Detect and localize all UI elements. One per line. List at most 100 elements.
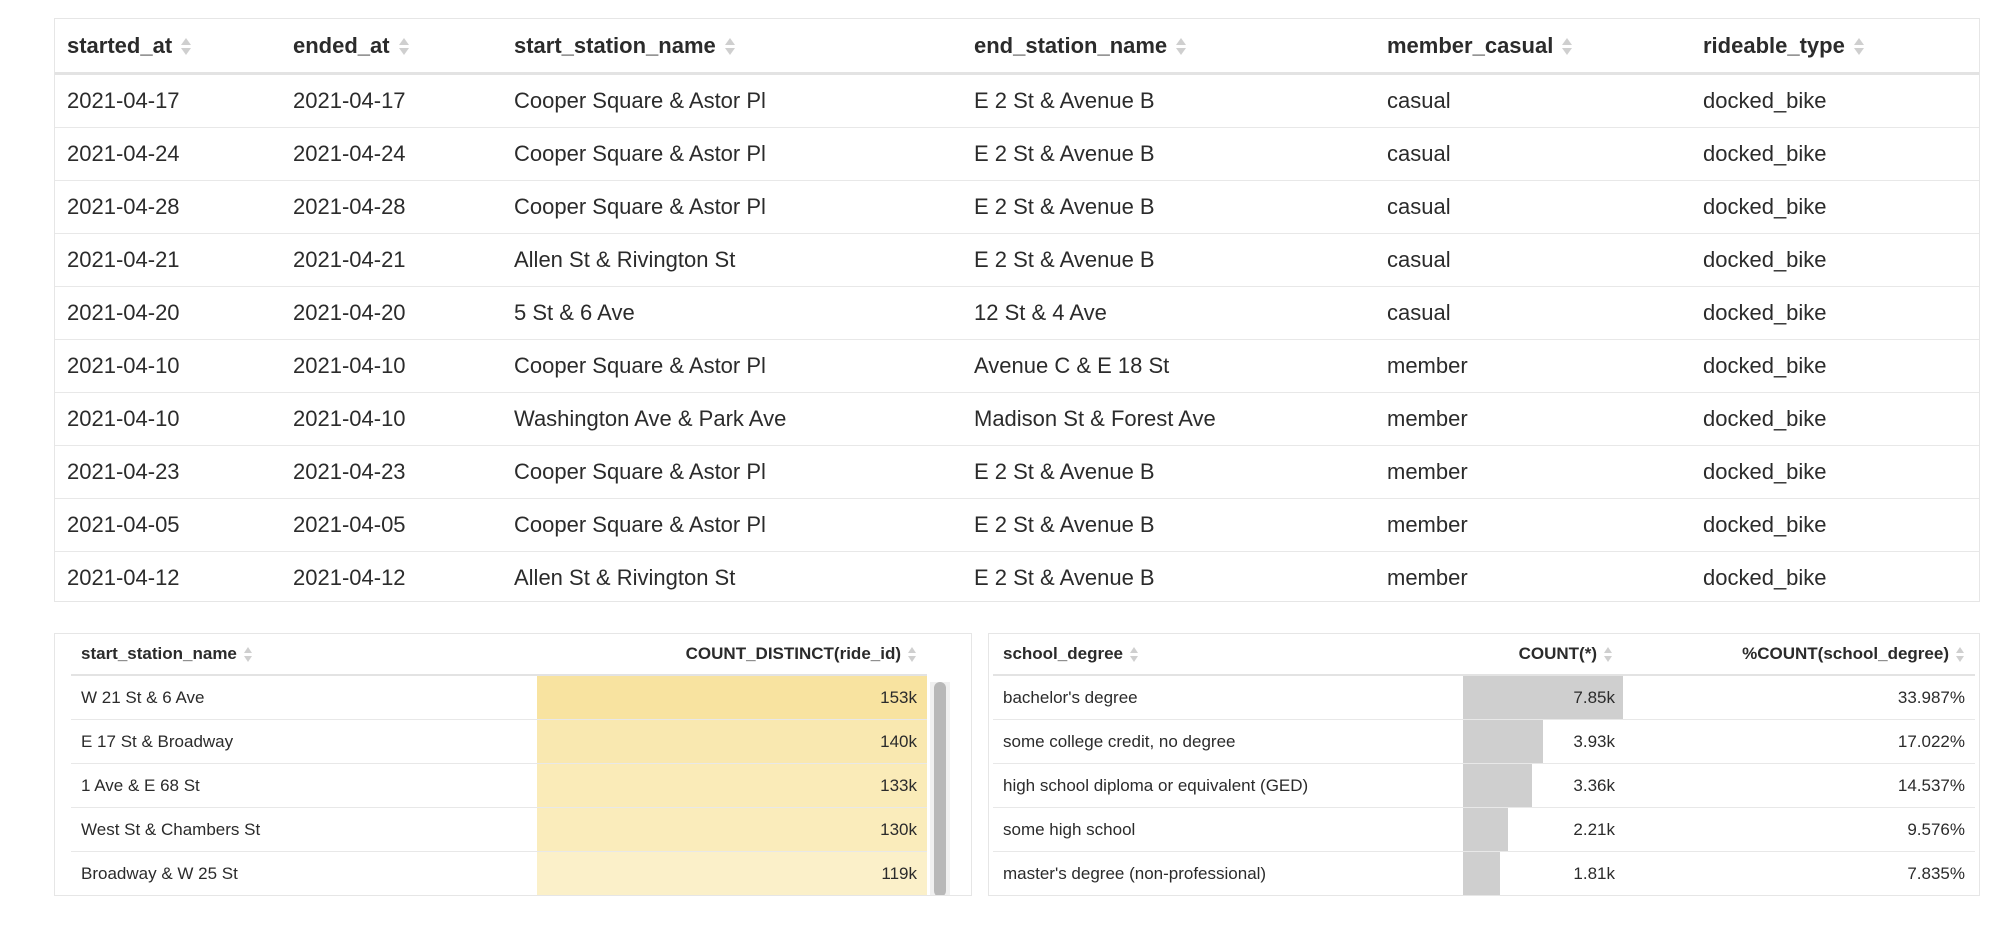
- table-cell-member-casual: member: [1375, 445, 1691, 499]
- count-value: 140k: [880, 731, 917, 751]
- table-cell-member-casual: casual: [1375, 127, 1691, 181]
- percent-cell: 17.022%: [1623, 719, 1975, 764]
- column-header-start-station-name[interactable]: start_station_name: [502, 19, 962, 75]
- count-cell: 130k: [537, 807, 927, 852]
- column-header-end-station-name[interactable]: end_station_name: [962, 19, 1375, 75]
- table-cell-ended-at: 2021-04-10: [281, 339, 502, 393]
- table-cell-start-station-name: Cooper Square & Astor Pl: [502, 339, 962, 393]
- table-cell-ended-at: 2021-04-21: [281, 233, 502, 287]
- table-row[interactable]: bachelor's degree 7.85k 33.987%: [993, 675, 1975, 720]
- count-cell: 1.81k: [1463, 851, 1623, 895]
- count-bar: [1463, 764, 1532, 807]
- column-header-rideable-type[interactable]: rideable_type: [1691, 19, 1979, 75]
- count-cell: 133k: [537, 763, 927, 808]
- rides-table-panel: started_at ended_at start_station_name end_…: [54, 18, 1980, 602]
- column-header-percent-count[interactable]: %COUNT(school_degree): [1623, 634, 1975, 676]
- table-row[interactable]: 2021-04-23 2021-04-23 Cooper Square & Asto…: [55, 445, 1979, 499]
- table-cell-end-station-name: E 2 St & Avenue B: [974, 565, 1155, 590]
- school-degree-body: bachelor's degree 7.85k 33.987% some colleg…: [993, 675, 1975, 895]
- table-cell-started-at: 2021-04-10: [55, 339, 281, 393]
- column-header-count[interactable]: COUNT(*): [1463, 634, 1623, 676]
- sort-icon[interactable]: [1955, 646, 1965, 663]
- table-row[interactable]: W 21 St & 6 Ave 153k: [71, 675, 927, 720]
- table-cell-rideable-type: docked_bike: [1691, 445, 1979, 499]
- sort-icon[interactable]: [180, 37, 192, 57]
- column-header-label: rideable_type: [1703, 32, 1845, 58]
- table-cell-ended-at: 2021-04-20: [281, 286, 502, 340]
- table-cell-rideable-type: docked_bike: [1691, 392, 1979, 446]
- sort-icon[interactable]: [1853, 37, 1865, 57]
- table-cell-started-at: 2021-04-20: [55, 286, 281, 340]
- column-header-label: started_at: [67, 32, 173, 58]
- table-row[interactable]: 2021-04-10 2021-04-10 Washington Ave & Par…: [55, 392, 1979, 446]
- table-cell-started-at: 2021-04-05: [55, 498, 281, 552]
- sort-icon[interactable]: [1129, 646, 1139, 663]
- column-header-label: start_station_name: [81, 644, 237, 663]
- table-row[interactable]: high school diploma or equivalent (GED) 3…: [993, 763, 1975, 808]
- table-cell-rideable-type: docked_bike: [1691, 233, 1979, 287]
- column-header-member-casual[interactable]: member_casual: [1375, 19, 1691, 75]
- table-row[interactable]: some high school 2.21k 9.576%: [993, 807, 1975, 852]
- table-cell-end-station-name: Avenue C & E 18 St: [962, 339, 1375, 393]
- station-count-body: W 21 St & 6 Ave 153k E 17 St & Broadway 140…: [71, 675, 927, 895]
- sort-icon[interactable]: [243, 646, 253, 663]
- table-row[interactable]: 2021-04-21 2021-04-21 Allen St & Rivington…: [55, 233, 1979, 287]
- table-row[interactable]: 2021-04-10 2021-04-10 Cooper Square & Asto…: [55, 339, 1979, 393]
- table-cell-end-station-name: 12 St & 4 Ave: [962, 286, 1375, 340]
- table-row[interactable]: 2021-04-28 2021-04-28 Cooper Square & Asto…: [55, 180, 1979, 234]
- count-value: 1.81k: [1573, 863, 1615, 883]
- table-cell-ended-at: 2021-04-17: [281, 73, 502, 128]
- count-cell: 2.21k: [1463, 807, 1623, 852]
- station-name-cell: 1 Ave & E 68 St: [71, 763, 537, 808]
- column-header-school-degree[interactable]: school_degree: [993, 634, 1463, 676]
- table-row[interactable]: master's degree (non-professional) 1.81k 7…: [993, 851, 1975, 895]
- table-row[interactable]: 2021-04-24 2021-04-24 Cooper Square & Asto…: [55, 127, 1979, 181]
- column-header-started-at[interactable]: started_at: [55, 19, 281, 75]
- sort-icon[interactable]: [724, 37, 736, 57]
- column-header-label: member_casual: [1387, 32, 1554, 58]
- table-cell-end-station-name: E 2 St & Avenue B: [962, 445, 1375, 499]
- count-bar: [537, 808, 927, 851]
- column-header-start-station-name[interactable]: start_station_name: [71, 634, 537, 676]
- table-cell-rideable-type: docked_bike: [1703, 565, 1827, 590]
- count-bar: [1463, 852, 1500, 895]
- count-value: 133k: [880, 775, 917, 795]
- count-value: 130k: [880, 819, 917, 839]
- sort-icon[interactable]: [1175, 37, 1187, 57]
- table-cell-start-station-name: Cooper Square & Astor Pl: [502, 445, 962, 499]
- table-row[interactable]: some college credit, no degree 3.93k 17.02…: [993, 719, 1975, 764]
- rides-table-body: 2021-04-17 2021-04-17 Cooper Square & Asto…: [55, 73, 1979, 602]
- count-cell: 3.36k: [1463, 763, 1623, 808]
- table-row[interactable]: 2021-04-17 2021-04-17 Cooper Square & Asto…: [55, 73, 1979, 128]
- percent-cell: 14.537%: [1623, 763, 1975, 808]
- table-cell-ended-at: 2021-04-12: [293, 565, 406, 590]
- station-count-panel: start_station_name COUNT_DISTINCT(ride_i…: [54, 633, 972, 896]
- table-cell-rideable-type: docked_bike: [1691, 286, 1979, 340]
- table-row[interactable]: 2021-04-12 2021-04-12 Allen St & Rivington…: [55, 552, 1979, 602]
- sort-icon[interactable]: [907, 646, 917, 663]
- sort-icon[interactable]: [1603, 646, 1613, 663]
- column-header-ended-at[interactable]: ended_at: [281, 19, 502, 75]
- percent-cell: 33.987%: [1623, 675, 1975, 720]
- count-value: 119k: [881, 863, 917, 883]
- table-row[interactable]: West St & Chambers St 130k: [71, 807, 927, 852]
- table-row[interactable]: 2021-04-05 2021-04-05 Cooper Square & Asto…: [55, 498, 1979, 552]
- table-cell-end-station-name: E 2 St & Avenue B: [962, 73, 1375, 128]
- vertical-scrollbar[interactable]: [930, 682, 950, 895]
- column-header-count-distinct[interactable]: COUNT_DISTINCT(ride_id): [537, 634, 927, 676]
- table-row[interactable]: 2021-04-20 2021-04-20 5 St & 6 Ave 12 St & …: [55, 286, 1979, 340]
- sort-icon[interactable]: [398, 37, 410, 57]
- count-bar: [537, 720, 927, 763]
- school-degree-header-row: school_degree COUNT(*) %COUNT(school_deg…: [993, 634, 1975, 676]
- table-cell-started-at: 2021-04-28: [55, 180, 281, 234]
- table-cell-end-station-name: E 2 St & Avenue B: [962, 180, 1375, 234]
- table-row[interactable]: Broadway & W 25 St 119k: [71, 851, 927, 895]
- school-degree-panel: school_degree COUNT(*) %COUNT(school_deg…: [988, 633, 1980, 896]
- count-value: 2.21k: [1573, 819, 1615, 839]
- sort-icon[interactable]: [1561, 37, 1573, 57]
- scrollbar-thumb[interactable]: [934, 682, 946, 895]
- table-row[interactable]: 1 Ave & E 68 St 133k: [71, 763, 927, 808]
- column-header-label: COUNT_DISTINCT(ride_id): [685, 644, 901, 663]
- table-cell-ended-at: 2021-04-05: [281, 498, 502, 552]
- table-row[interactable]: E 17 St & Broadway 140k: [71, 719, 927, 764]
